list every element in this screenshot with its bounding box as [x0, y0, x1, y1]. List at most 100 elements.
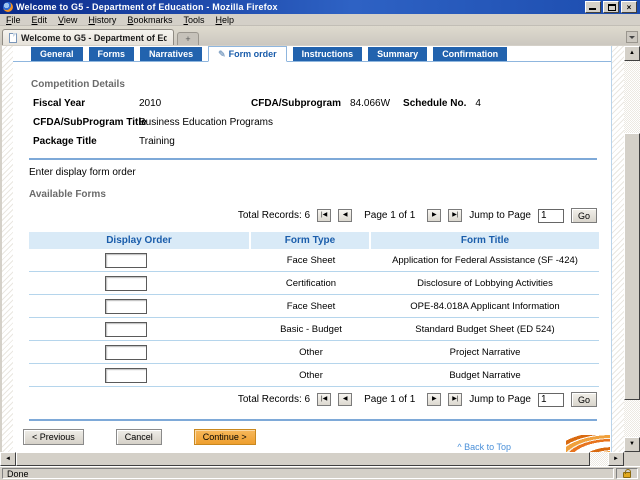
- status-text: Done: [2, 468, 614, 479]
- menu-bookmarks[interactable]: Bookmarks: [127, 15, 172, 25]
- menu-help[interactable]: Help: [215, 15, 234, 25]
- previous-page-button[interactable]: ◀: [338, 393, 352, 406]
- last-page-button[interactable]: ▶|: [448, 393, 462, 406]
- display-order-input[interactable]: [105, 299, 147, 314]
- detail-row-package-title: Package Title Training: [33, 136, 611, 147]
- browser-tab-title: Welcome to G5 - Department of Edu...: [21, 33, 167, 43]
- section-divider: [29, 158, 597, 160]
- status-bar: Done: [0, 466, 640, 480]
- available-forms-heading: Available Forms: [29, 189, 611, 200]
- horizontal-scroll-track[interactable]: [16, 452, 608, 466]
- vertical-scrollbar[interactable]: ▲ ▼: [624, 46, 640, 452]
- form-type-cell: Face Sheet: [251, 301, 371, 312]
- lock-icon: [623, 472, 631, 478]
- horizontal-scroll-thumb[interactable]: [16, 452, 590, 466]
- security-panel: [616, 468, 638, 479]
- last-page-button[interactable]: ▶|: [448, 209, 462, 222]
- browser-tab-strip: Welcome to G5 - Department of Edu... +: [0, 26, 640, 45]
- previous-page-button[interactable]: ◀: [338, 209, 352, 222]
- tab-forms[interactable]: Forms: [89, 47, 135, 61]
- cfda-subprogram-label: CFDA/Subprogram: [251, 98, 341, 109]
- menu-file[interactable]: File: [6, 15, 21, 25]
- minimize-button[interactable]: [585, 1, 601, 13]
- cancel-button[interactable]: Cancel: [116, 429, 162, 445]
- scrollbar-corner: [624, 452, 640, 466]
- restore-icon: [608, 4, 616, 11]
- page-indicator: Page 1 of 1: [364, 210, 415, 221]
- schedule-no-label: Schedule No.: [403, 98, 466, 109]
- display-order-input[interactable]: [105, 345, 147, 360]
- tab-general[interactable]: General: [31, 47, 83, 61]
- go-button[interactable]: Go: [571, 208, 597, 223]
- horizontal-scrollbar[interactable]: ◄ ►: [0, 452, 640, 466]
- scroll-right-button[interactable]: ►: [608, 452, 624, 466]
- window-controls: ×: [585, 1, 637, 13]
- close-button[interactable]: ×: [621, 1, 637, 13]
- total-records: Total Records: 6: [238, 210, 310, 221]
- continue-button[interactable]: Continue >: [194, 429, 256, 445]
- browser-window: Welcome to G5 - Department of Education …: [0, 0, 640, 480]
- total-records: Total Records: 6: [238, 394, 310, 405]
- display-order-input[interactable]: [105, 322, 147, 337]
- display-order-input[interactable]: [105, 276, 147, 291]
- list-all-tabs-button[interactable]: [626, 31, 638, 43]
- display-order-input[interactable]: [105, 368, 147, 383]
- section-divider: [29, 419, 597, 421]
- menu-edit[interactable]: Edit: [32, 15, 48, 25]
- vertical-scroll-thumb[interactable]: [624, 133, 640, 400]
- go-button[interactable]: Go: [571, 392, 597, 407]
- page-viewport: General Forms Narratives ✎ Form order In…: [0, 46, 640, 452]
- table-row: Certification Disclosure of Lobbying Act…: [29, 272, 599, 295]
- decorative-swoosh: [566, 435, 610, 452]
- table-row: Other Project Narrative: [29, 341, 599, 364]
- form-title-cell: Application for Federal Assistance (SF -…: [371, 255, 599, 266]
- firefox-icon: [3, 2, 13, 12]
- display-order-input[interactable]: [105, 253, 147, 268]
- fiscal-year-value: 2010: [139, 98, 251, 109]
- table-row: Basic - Budget Standard Budget Sheet (ED…: [29, 318, 599, 341]
- previous-button[interactable]: < Previous: [23, 429, 84, 445]
- next-page-button[interactable]: ▶: [427, 209, 441, 222]
- page-indicator: Page 1 of 1: [364, 394, 415, 405]
- tab-summary[interactable]: Summary: [368, 47, 427, 61]
- tab-label: Summary: [377, 49, 418, 59]
- jump-to-page-input[interactable]: [538, 209, 564, 223]
- next-page-button[interactable]: ▶: [427, 393, 441, 406]
- instruction-text: Enter display form order: [29, 167, 611, 178]
- tab-form-order[interactable]: ✎ Form order: [208, 46, 287, 62]
- menu-view[interactable]: View: [58, 15, 77, 25]
- scroll-left-button[interactable]: ◄: [0, 452, 16, 466]
- table-header-row: Display Order Form Type Form Title: [29, 232, 599, 249]
- scroll-up-button[interactable]: ▲: [624, 46, 640, 61]
- new-tab-button[interactable]: +: [177, 32, 199, 45]
- package-title-label: Package Title: [33, 136, 139, 147]
- title-bar: Welcome to G5 - Department of Education …: [0, 0, 640, 14]
- first-page-button[interactable]: |◀: [317, 393, 331, 406]
- jump-to-page-input[interactable]: [538, 393, 564, 407]
- menu-history[interactable]: History: [88, 15, 116, 25]
- restore-button[interactable]: [603, 1, 619, 13]
- menu-tools[interactable]: Tools: [183, 15, 204, 25]
- jump-to-page-label: Jump to Page: [469, 210, 531, 221]
- form-title-cell: Project Narrative: [371, 347, 599, 358]
- cfda-title-label: CFDA/SubProgram Title: [33, 117, 139, 128]
- back-to-top-link[interactable]: ^ Back to Top: [457, 442, 511, 452]
- form-type-cell: Face Sheet: [251, 255, 371, 266]
- form-type-cell: Basic - Budget: [251, 324, 371, 335]
- schedule-no-value: 4: [475, 98, 481, 109]
- cfda-title-value: Business Education Programs: [139, 117, 273, 128]
- header-form-type: Form Type: [251, 232, 369, 249]
- wizard-buttons: < Previous Cancel Continue >: [23, 429, 611, 445]
- detail-row-cfda-title: CFDA/SubProgram Title Business Education…: [33, 117, 611, 128]
- tab-confirmation[interactable]: Confirmation: [433, 47, 507, 61]
- form-title-cell: OPE-84.018A Applicant Information: [371, 301, 599, 312]
- page-content: General Forms Narratives ✎ Form order In…: [13, 46, 612, 452]
- tab-label: Confirmation: [442, 49, 498, 59]
- forms-table: Display Order Form Type Form Title Face …: [29, 232, 599, 387]
- tab-narratives[interactable]: Narratives: [140, 47, 202, 61]
- scroll-down-button[interactable]: ▼: [624, 437, 640, 452]
- tab-instructions[interactable]: Instructions: [293, 47, 363, 61]
- browser-tab[interactable]: Welcome to G5 - Department of Edu...: [2, 29, 174, 45]
- menu-bar: File Edit View History Bookmarks Tools H…: [0, 14, 640, 26]
- first-page-button[interactable]: |◀: [317, 209, 331, 222]
